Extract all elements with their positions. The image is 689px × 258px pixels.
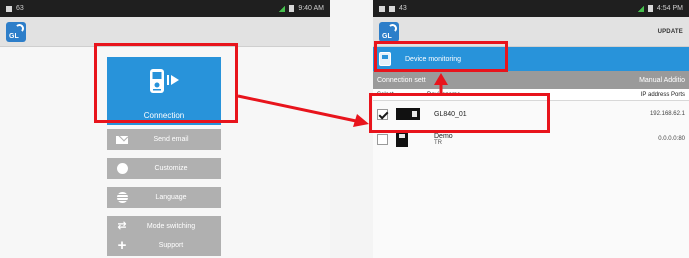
status-bar: 63 9:40 AM [0, 0, 330, 17]
gear-icon [116, 163, 128, 174]
device-subtitle: TR [434, 139, 442, 146]
language-label: Language [155, 194, 187, 201]
status-left-text: 63 [16, 5, 24, 12]
device-ip: 0.0.0.0:80 [658, 136, 685, 142]
customize-button[interactable]: Customize [107, 158, 221, 179]
device-ip: 192.168.62.1 [649, 111, 685, 117]
signal-icon [278, 5, 286, 12]
device-name: Demo TR [434, 133, 584, 146]
connection-settings-bar: Connection sett Manual Additio [373, 71, 689, 89]
support-button[interactable]: + Support [107, 235, 221, 256]
connection-settings-tab[interactable]: Connection sett [377, 77, 426, 84]
mode-switching-button[interactable]: ⇄ Mode switching [107, 216, 221, 237]
device-table-header: Select Devicename IP address Ports [373, 89, 689, 101]
mode-switching-label: Mode switching [146, 223, 196, 230]
ip-column-header: IP address Ports [640, 91, 685, 98]
app-bar: GL UPDATE [373, 17, 689, 47]
device-icon [379, 52, 391, 66]
device-name-text: GL840_01 [434, 110, 467, 118]
device-signal-icon [150, 69, 179, 93]
tutorial-figure: 63 9:40 AM GL Connection Send email Cust… [0, 0, 689, 258]
wifi-icon [636, 5, 644, 12]
connection-label: Connection [143, 111, 185, 120]
main-menu-screen: 63 9:40 AM GL Connection Send email Cust… [0, 0, 330, 258]
logger-device-icon [396, 108, 420, 120]
support-label: Support [158, 242, 184, 249]
send-email-button[interactable]: Send email [107, 129, 221, 150]
manual-addition-button[interactable]: Manual Additio [639, 77, 685, 84]
select-column-header: Select [377, 91, 394, 98]
mail-icon [116, 135, 128, 144]
send-email-label: Send email [153, 136, 189, 143]
notification-icon [389, 5, 395, 12]
battery-icon [289, 5, 295, 12]
status-bar: 43 4:54 PM [373, 0, 689, 17]
device-checkbox[interactable] [377, 133, 388, 145]
gl-logo-icon: GL [6, 21, 26, 42]
battery-icon [647, 5, 653, 12]
app-bar: GL [0, 17, 330, 47]
notification-icon [379, 5, 385, 12]
device-checkbox[interactable] [377, 108, 388, 120]
status-time: 4:54 PM [656, 5, 683, 12]
device-list-screen: 43 4:54 PM GL UPDATE Device monitoring C… [373, 0, 689, 258]
update-button[interactable]: UPDATE [658, 29, 683, 35]
gl-logo-icon: GL [379, 21, 399, 42]
status-time: 9:40 AM [298, 5, 324, 12]
arrow-head-right-icon [353, 114, 369, 127]
customize-label: Customize [154, 165, 188, 172]
device-name: GL840_01 [434, 111, 584, 118]
devicename-column-header: Devicename [427, 91, 461, 98]
device-name-text: Demo [434, 132, 453, 140]
swap-icon: ⇄ [117, 220, 127, 232]
notification-icon [6, 5, 12, 12]
language-button[interactable]: Language [107, 187, 221, 208]
plus-icon: + [117, 237, 127, 254]
device-monitoring-label: Device monitoring [405, 55, 462, 63]
device-monitoring-button[interactable]: Device monitoring [373, 47, 689, 71]
menu-area: Connection Send email Customize Language… [0, 47, 330, 258]
globe-icon [116, 192, 128, 203]
status-left-text: 43 [399, 5, 407, 12]
logger-device-icon [396, 131, 408, 147]
table-row[interactable]: GL840_01 192.168.62.1 [373, 103, 689, 125]
table-row[interactable]: Demo TR 0.0.0.0:80 [373, 128, 689, 150]
connection-button[interactable]: Connection [107, 57, 221, 125]
